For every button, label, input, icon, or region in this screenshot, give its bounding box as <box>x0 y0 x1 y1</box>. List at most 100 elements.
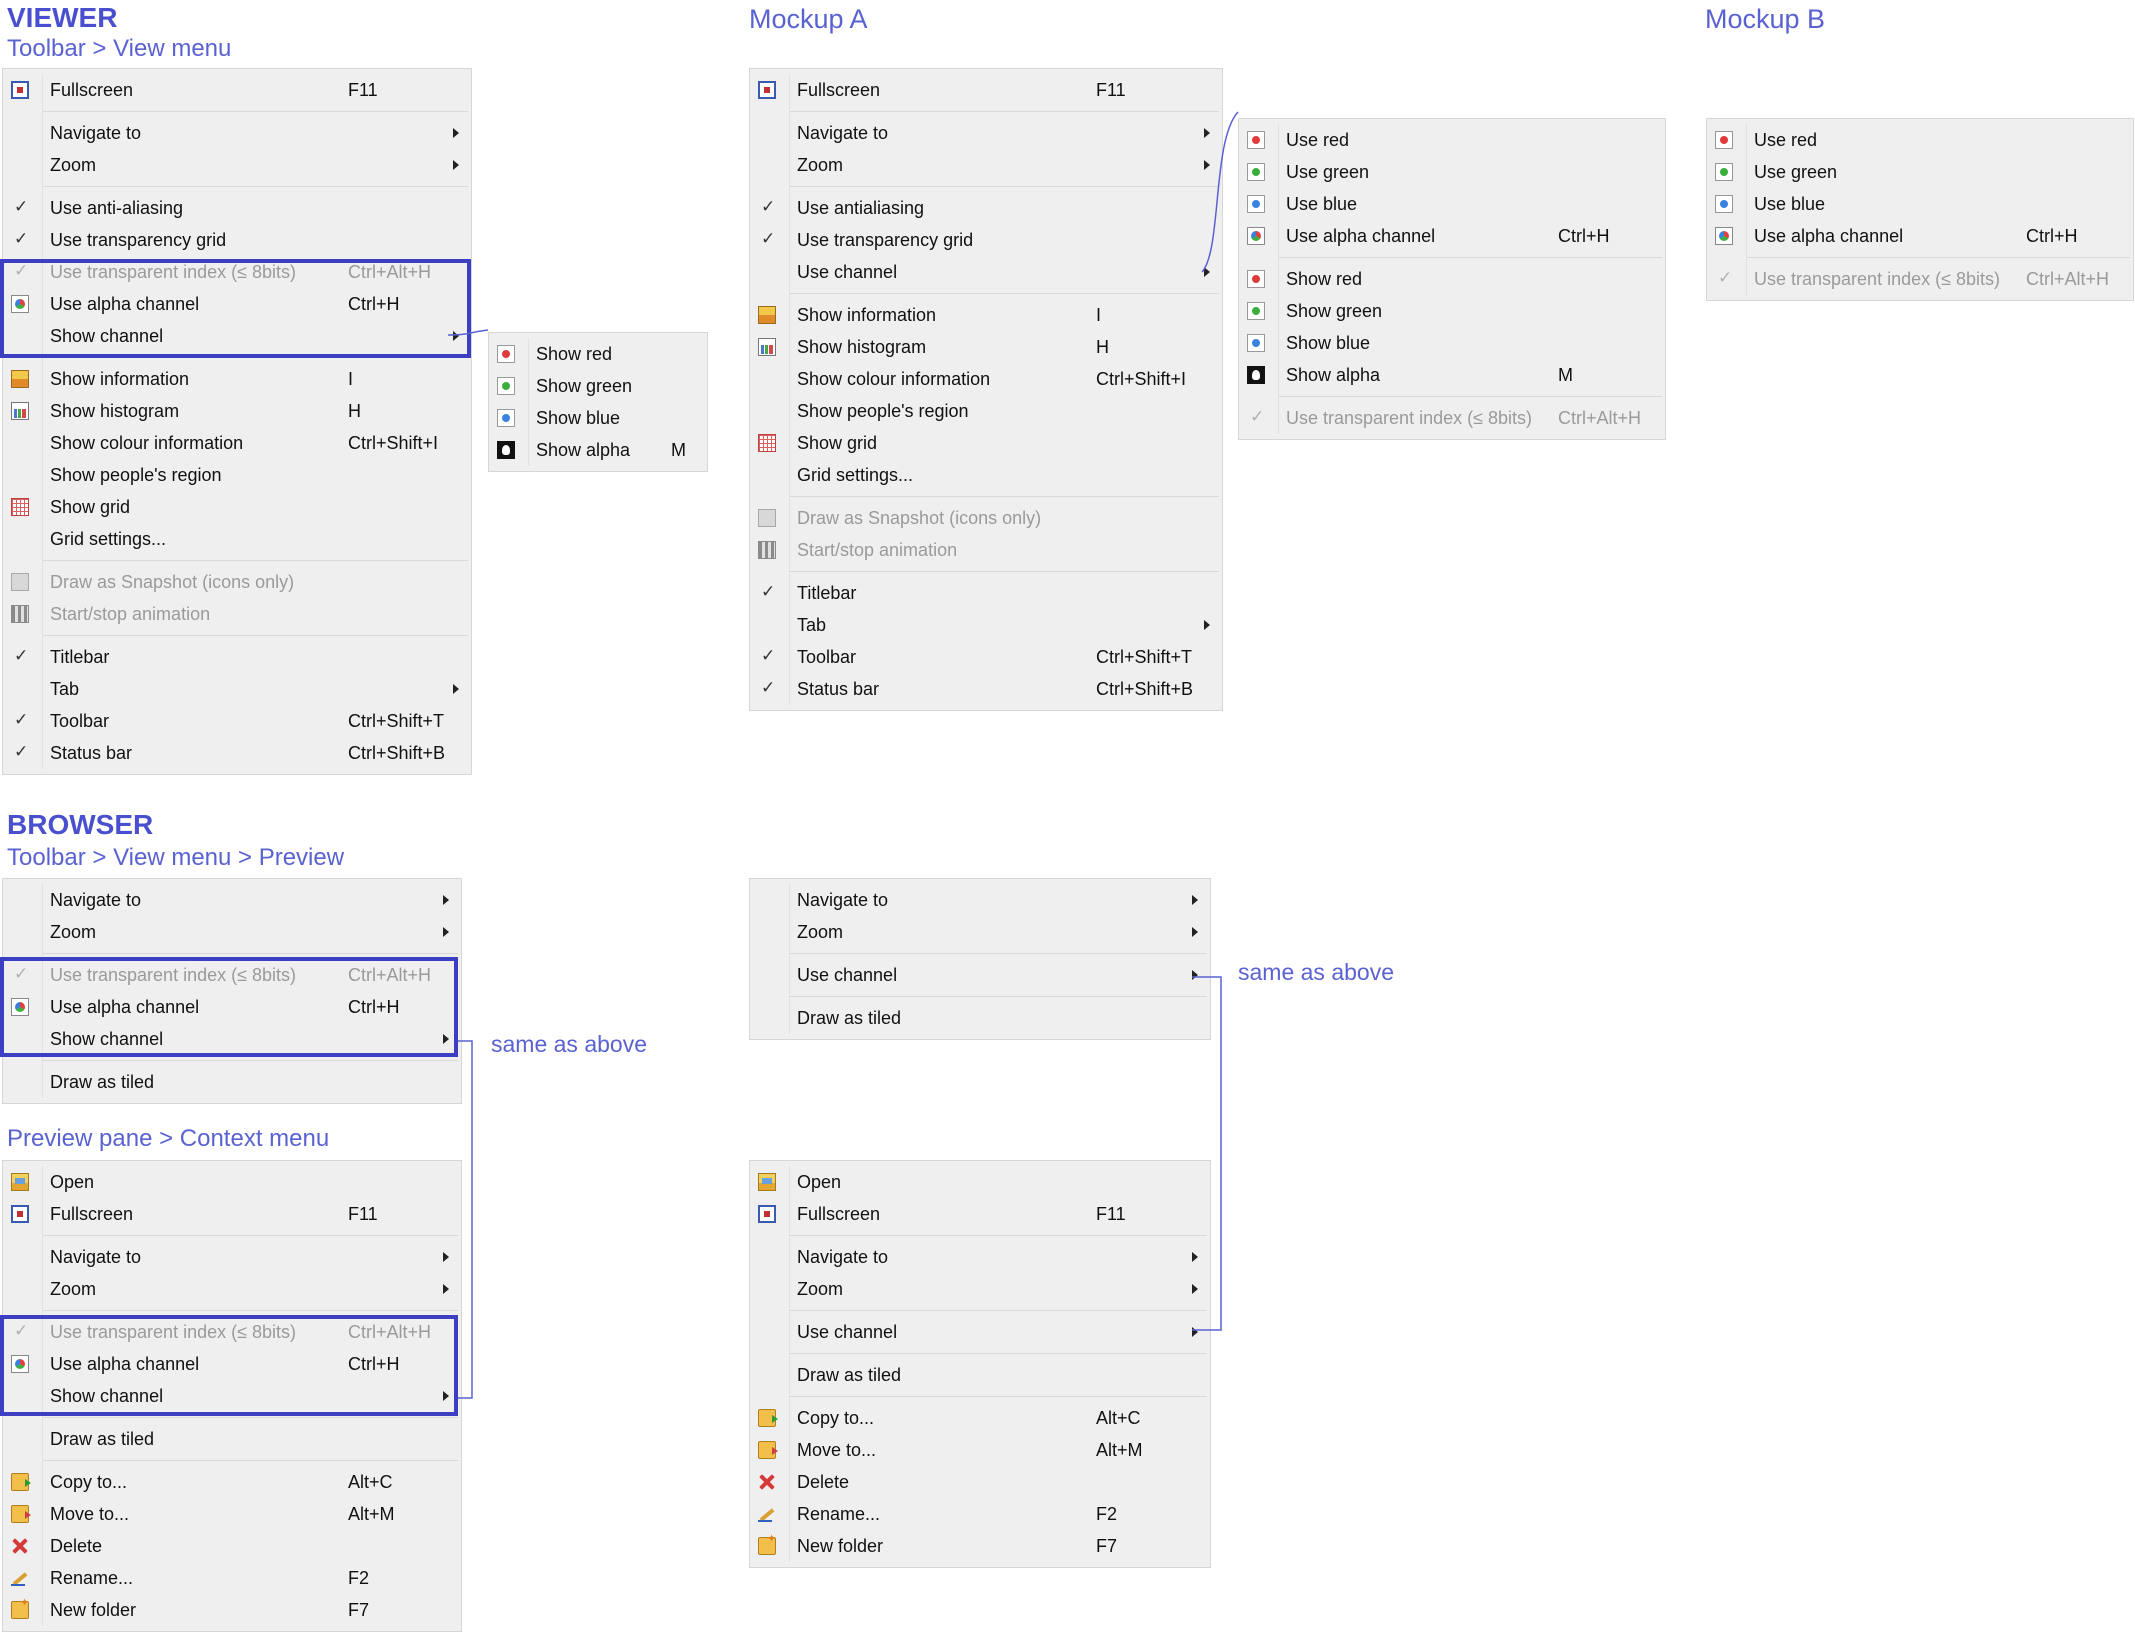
separator <box>43 560 468 561</box>
menu-item-grid-settings[interactable]: Grid settings... <box>750 459 1222 491</box>
separator <box>43 1417 458 1418</box>
menu-item-navigate-to[interactable]: Navigate to <box>3 884 461 916</box>
menu-item-show-peoples-region[interactable]: Show people's region <box>750 395 1222 427</box>
menu-item-rename[interactable]: Rename... F2 <box>3 1562 461 1594</box>
menu-item-use-alpha-channel[interactable]: Use alpha channel Ctrl+H <box>1239 220 1665 252</box>
alpha-channel-icon <box>1715 227 1733 245</box>
menu-item-zoom[interactable]: Zoom <box>3 1273 461 1305</box>
menu-item-delete[interactable]: Delete <box>3 1530 461 1562</box>
show-alpha-icon <box>1247 366 1265 384</box>
separator <box>790 571 1219 572</box>
menu-item-show-green[interactable]: Show green <box>489 370 707 402</box>
menu-item-show-blue[interactable]: Show blue <box>489 402 707 434</box>
menu-item-zoom[interactable]: Zoom <box>750 916 1210 948</box>
menu-item-zoom[interactable]: Zoom <box>750 1273 1210 1305</box>
menu-item-use-red[interactable]: Use red <box>1239 124 1665 156</box>
menu-item-new-folder[interactable]: New folderF7 <box>3 1594 461 1626</box>
menu-item-use-channel[interactable]: Use channel <box>750 1316 1210 1348</box>
separator <box>43 1060 458 1061</box>
menu-item-draw-as-tiled[interactable]: Draw as tiled <box>3 1066 461 1098</box>
menu-item-use-blue[interactable]: Use blue <box>1707 188 2133 220</box>
mockup-b-heading: Mockup B <box>1705 4 1826 34</box>
menu-item-toolbar[interactable]: ✓ Toolbar Ctrl+Shift+T <box>750 641 1222 673</box>
menu-item-use-alpha-channel[interactable]: Use alpha channel Ctrl+H <box>1707 220 2133 252</box>
menu-item-show-grid[interactable]: Show grid <box>750 427 1222 459</box>
menu-item-draw-as-tiled[interactable]: Draw as tiled <box>750 1002 1210 1034</box>
check-icon: ✓ <box>14 710 29 729</box>
menu-item-draw-as-tiled[interactable]: Draw as tiled <box>750 1359 1210 1391</box>
menu-item-show-alpha[interactable]: Show alpha M <box>1239 359 1665 391</box>
snapshot-icon <box>758 509 776 527</box>
menu-item-show-blue[interactable]: Show blue <box>1239 327 1665 359</box>
menu-item-draw-as-tiled[interactable]: Draw as tiled <box>3 1423 461 1455</box>
menu-item-rename[interactable]: Rename... F2 <box>750 1498 1210 1530</box>
menu-item-show-histogram[interactable]: Show histogram H <box>750 331 1222 363</box>
menu-item-use-antialiasing[interactable]: ✓ Use antialiasing <box>750 192 1222 224</box>
animation-icon <box>758 541 776 559</box>
menu-item-fullscreen[interactable]: Fullscreen F11 <box>3 74 471 106</box>
menu-item-titlebar[interactable]: ✓ Titlebar <box>750 577 1222 609</box>
menu-item-zoom[interactable]: Zoom <box>750 149 1222 181</box>
menu-item-move-to[interactable]: Move to... Alt+M <box>750 1434 1210 1466</box>
menu-item-new-folder[interactable]: New folderF7 <box>750 1530 1210 1562</box>
context-channel-highlight <box>0 1315 458 1416</box>
menu-item-navigate-to[interactable]: Navigate to <box>3 1241 461 1273</box>
menu-item-show-alpha[interactable]: Show alpha M <box>489 434 707 466</box>
separator <box>1747 257 2130 258</box>
menu-item-zoom[interactable]: Zoom <box>3 149 471 181</box>
menu-item-show-red[interactable]: Show red <box>1239 263 1665 295</box>
menu-item-show-histogram[interactable]: Show histogram H <box>3 395 471 427</box>
menu-item-use-transparency-grid[interactable]: ✓ Use transparency grid <box>750 224 1222 256</box>
submenu-arrow-icon <box>1192 895 1198 905</box>
menu-item-status-bar[interactable]: ✓ Status bar Ctrl+Shift+B <box>3 737 471 769</box>
menu-item-open[interactable]: Open <box>750 1166 1210 1198</box>
menu-item-show-information[interactable]: Show information I <box>3 363 471 395</box>
menu-item-copy-to[interactable]: Copy to... Alt+C <box>750 1402 1210 1434</box>
menu-item-fullscreen[interactable]: Fullscreen F11 <box>750 74 1222 106</box>
menu-item-copy-to[interactable]: Copy to... Alt+C <box>3 1466 461 1498</box>
snapshot-icon <box>11 573 29 591</box>
menu-item-navigate-to[interactable]: Navigate to <box>3 117 471 149</box>
copy-icon <box>11 1473 31 1491</box>
menu-item-use-green[interactable]: Use green <box>1239 156 1665 188</box>
check-icon: ✓ <box>14 646 29 665</box>
menu-item-delete[interactable]: Delete <box>750 1466 1210 1498</box>
menu-item-status-bar[interactable]: ✓ Status bar Ctrl+Shift+B <box>750 673 1222 705</box>
menu-item-show-grid[interactable]: Show grid <box>3 491 471 523</box>
menu-item-show-colour-information[interactable]: Show colour information Ctrl+Shift+I <box>3 427 471 459</box>
menu-item-use-red[interactable]: Use red <box>1707 124 2133 156</box>
submenu-arrow-icon <box>453 128 459 138</box>
menu-item-use-channel[interactable]: Use channel <box>750 256 1222 288</box>
menu-item-tab[interactable]: Tab <box>750 609 1222 641</box>
menu-item-navigate-to[interactable]: Navigate to <box>750 1241 1210 1273</box>
menu-item-show-colour-information[interactable]: Show colour information Ctrl+Shift+I <box>750 363 1222 395</box>
separator <box>790 1235 1207 1236</box>
menu-item-use-transparency-grid[interactable]: ✓ Use transparency grid <box>3 224 471 256</box>
menu-item-zoom[interactable]: Zoom <box>3 916 461 948</box>
menu-item-navigate-to[interactable]: Navigate to <box>750 117 1222 149</box>
menu-item-toolbar[interactable]: ✓ Toolbar Ctrl+Shift+T <box>3 705 471 737</box>
menu-item-fullscreen[interactable]: Fullscreen F11 <box>750 1198 1210 1230</box>
menu-item-use-anti-aliasing[interactable]: ✓ Use anti-aliasing <box>3 192 471 224</box>
menu-item-tab[interactable]: Tab <box>3 673 471 705</box>
menu-item-use-blue[interactable]: Use blue <box>1239 188 1665 220</box>
browser-channel-highlight <box>0 957 458 1057</box>
menu-item-use-green[interactable]: Use green <box>1707 156 2133 188</box>
menu-item-open[interactable]: Open <box>3 1166 461 1198</box>
menu-item-show-information[interactable]: Show information I <box>750 299 1222 331</box>
menu-item-show-peoples-region[interactable]: Show people's region <box>3 459 471 491</box>
check-icon: ✓ <box>14 229 29 248</box>
menu-item-fullscreen[interactable]: Fullscreen F11 <box>3 1198 461 1230</box>
browser-path: Toolbar > View menu > Preview <box>7 844 345 871</box>
fullscreen-icon <box>11 1205 29 1223</box>
menu-item-use-channel[interactable]: Use channel <box>750 959 1210 991</box>
menu-item-navigate-to[interactable]: Navigate to <box>750 884 1210 916</box>
histogram-icon <box>11 402 29 420</box>
menu-item-titlebar[interactable]: ✓ Titlebar <box>3 641 471 673</box>
menu-item-show-green[interactable]: Show green <box>1239 295 1665 327</box>
menu-item-show-red[interactable]: Show red <box>489 338 707 370</box>
menu-item-grid-settings[interactable]: Grid settings... <box>3 523 471 555</box>
mockup-a-view-menu: Fullscreen F11 Navigate to Zoom ✓ Use anti… <box>749 68 1223 711</box>
same-as-above-note: same as above <box>491 1031 647 1057</box>
menu-item-move-to[interactable]: Move to... Alt+M <box>3 1498 461 1530</box>
